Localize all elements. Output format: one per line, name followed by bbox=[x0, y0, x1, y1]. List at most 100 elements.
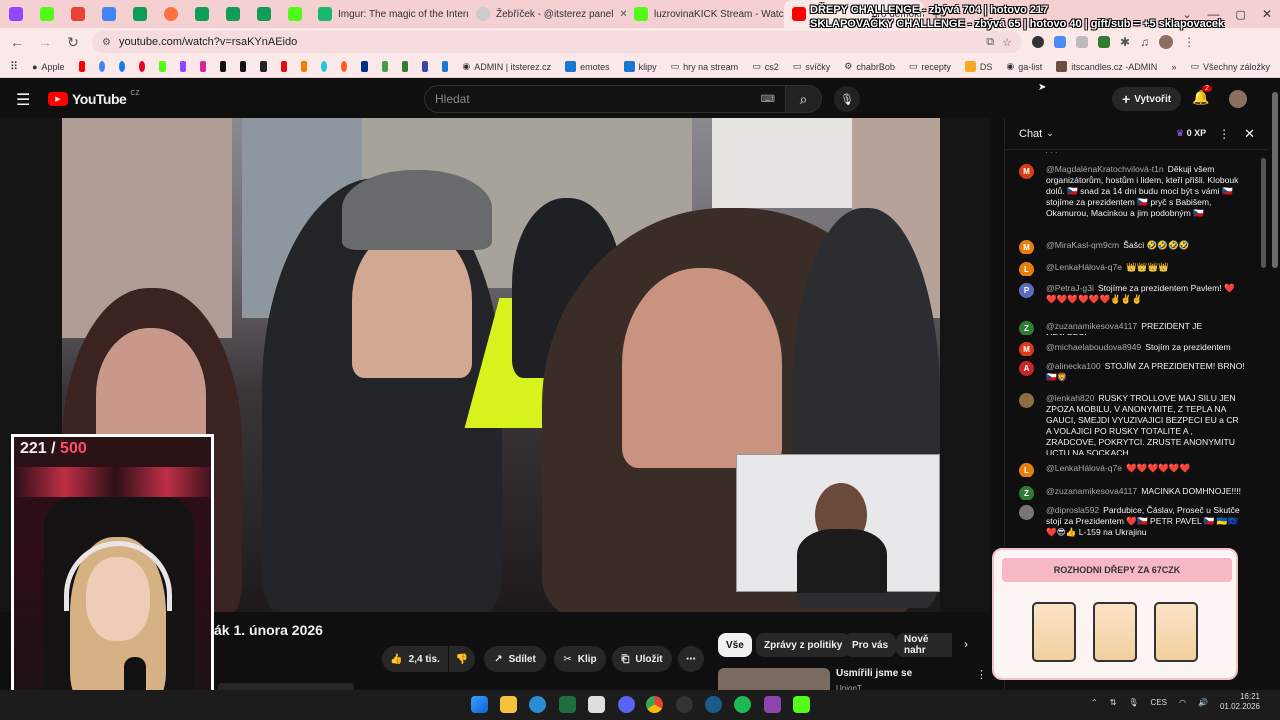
chat-avatar[interactable]: M bbox=[1019, 164, 1034, 179]
chat-avatar[interactable]: L bbox=[1019, 262, 1034, 276]
excel-icon[interactable] bbox=[559, 696, 576, 713]
chat-author[interactable]: @LenkaHálová-q7e bbox=[1046, 463, 1122, 473]
bookmark-chabrbob[interactable]: ⚙ chabrBob bbox=[844, 61, 895, 72]
site-info-icon[interactable]: ⚙ bbox=[102, 37, 111, 48]
bookmark-emotes[interactable]: emotes bbox=[565, 61, 610, 72]
recommendation-title[interactable]: Usmířili jsme se bbox=[836, 668, 912, 679]
youtube-icon[interactable] bbox=[78, 61, 85, 72]
browser-tab-kick[interactable]: luzrovinaKICK Stream - Watch L✕ bbox=[626, 0, 784, 28]
xp-badge[interactable]: ♛ 0 XP bbox=[1176, 128, 1206, 139]
chat-author[interactable]: @diprosla592 bbox=[1046, 505, 1099, 515]
discord-icon[interactable] bbox=[618, 696, 635, 713]
chip-politics[interactable]: Zprávy z politiky bbox=[756, 633, 851, 657]
chat-menu-icon[interactable]: ⋮ bbox=[1218, 127, 1230, 141]
chat-scrollbar[interactable] bbox=[1261, 158, 1266, 268]
browser-tab[interactable] bbox=[124, 0, 155, 28]
close-icon[interactable]: ✕ bbox=[619, 9, 626, 20]
chrome-icon[interactable] bbox=[646, 696, 663, 713]
browser-tab[interactable] bbox=[217, 0, 248, 28]
chat-author[interactable]: @lenkah820 bbox=[1046, 393, 1094, 403]
kick-icon[interactable] bbox=[793, 696, 810, 713]
facebook-icon[interactable] bbox=[118, 61, 126, 72]
chip-all[interactable]: Vše bbox=[718, 633, 752, 657]
bookmark-ds[interactable]: DS bbox=[964, 61, 992, 72]
chevron-down-icon[interactable]: ⌄ bbox=[1046, 128, 1054, 139]
back-icon[interactable]: ← bbox=[8, 34, 26, 50]
extension-icon[interactable] bbox=[1076, 36, 1088, 48]
app-icon[interactable] bbox=[320, 61, 328, 72]
browser-tab[interactable] bbox=[279, 0, 310, 28]
chat-author[interactable]: @michaelaboudova8949 bbox=[1046, 342, 1141, 352]
app-icon[interactable] bbox=[260, 61, 267, 72]
wifi-icon[interactable]: ◠ bbox=[1179, 698, 1186, 707]
obs-icon[interactable] bbox=[676, 696, 693, 713]
window-close-icon[interactable]: ✕ bbox=[1254, 0, 1280, 28]
notifications-button[interactable]: 🔔 2 bbox=[1192, 85, 1212, 106]
file-explorer-icon[interactable] bbox=[500, 696, 517, 713]
bookmark-apple[interactable]: ● Apple bbox=[32, 62, 64, 72]
browser-tab[interactable] bbox=[248, 0, 279, 28]
keyboard-icon[interactable]: ⌨ bbox=[761, 94, 775, 105]
bookmark-folder[interactable]: ▭ svíčky bbox=[793, 61, 831, 72]
ccleaner-icon[interactable] bbox=[529, 696, 546, 713]
browser-tab-leaderboard[interactable]: Žebříček - @itsterez panel ✕ bbox=[468, 0, 626, 28]
app-icon[interactable] bbox=[588, 696, 605, 713]
keyboard-language[interactable]: CES bbox=[1151, 698, 1167, 707]
windows-start-icon[interactable] bbox=[471, 696, 488, 713]
app-icon[interactable] bbox=[381, 61, 388, 72]
google-icon[interactable] bbox=[98, 61, 105, 72]
youtube-logo[interactable]: ▶ YouTube CZ bbox=[48, 90, 140, 107]
chat-avatar[interactable]: Z bbox=[1019, 486, 1034, 500]
install-app-icon[interactable]: ⧉ bbox=[986, 36, 994, 49]
search-button[interactable]: ⌕ bbox=[786, 85, 822, 113]
chips-next-icon[interactable]: › bbox=[964, 637, 968, 651]
recommendation-menu-icon[interactable]: ⋮ bbox=[976, 668, 987, 681]
chat-author[interactable]: @alinecka100 bbox=[1046, 361, 1101, 371]
clip-button[interactable]: ✂ Klip bbox=[554, 646, 606, 672]
app-icon[interactable] bbox=[442, 61, 449, 72]
volume-icon[interactable]: 🔊 bbox=[1198, 698, 1208, 707]
maximize-icon[interactable]: ▢ bbox=[1228, 0, 1254, 28]
browser-tab[interactable] bbox=[186, 0, 217, 28]
chat-avatar[interactable] bbox=[1019, 393, 1034, 408]
chip-for-you[interactable]: Pro vás bbox=[844, 633, 897, 657]
chat-avatar[interactable] bbox=[1019, 505, 1034, 520]
voice-search-button[interactable]: 🎙 bbox=[834, 86, 860, 112]
x-icon[interactable] bbox=[240, 61, 247, 72]
kick-icon[interactable] bbox=[159, 61, 166, 72]
app-icon[interactable] bbox=[401, 61, 408, 72]
forward-icon[interactable]: → bbox=[36, 34, 54, 50]
chat-author[interactable]: @zuzanamikesova4117 bbox=[1046, 486, 1137, 496]
tiktok-icon[interactable] bbox=[219, 61, 227, 72]
app-icon[interactable] bbox=[764, 696, 781, 713]
browser-tab[interactable] bbox=[62, 0, 93, 28]
account-avatar[interactable] bbox=[1229, 90, 1247, 108]
more-actions-button[interactable]: ⋯ bbox=[678, 646, 704, 672]
bookmark-star-icon[interactable]: ☆ bbox=[1002, 36, 1012, 49]
page-scrollbar[interactable] bbox=[1272, 92, 1278, 268]
chat-avatar[interactable]: L bbox=[1019, 463, 1034, 477]
clock[interactable]: 16:21 01.02.2026 bbox=[1220, 692, 1260, 712]
chat-author[interactable]: @MiraKasl-qm9cm bbox=[1046, 240, 1119, 250]
extensions-puzzle-icon[interactable]: ✱ bbox=[1120, 35, 1130, 49]
app-icon[interactable] bbox=[341, 61, 348, 72]
app-icon[interactable] bbox=[421, 61, 429, 72]
all-bookmarks-folder[interactable]: ▭ Všechny záložky bbox=[1190, 61, 1270, 72]
chat-avatar[interactable]: Z bbox=[1019, 321, 1034, 335]
bookmark-folder[interactable]: ▭ hry na stream bbox=[671, 61, 739, 72]
hamburger-menu-icon[interactable]: ☰ bbox=[16, 90, 30, 110]
chat-author[interactable]: @zuzanamikesova4117 bbox=[1046, 321, 1137, 331]
chat-avatar[interactable]: M bbox=[1019, 342, 1034, 356]
browser-tab-imgur[interactable]: Imgur: The magic of the Interne✕ bbox=[310, 0, 468, 28]
apps-grid-icon[interactable]: ⠿ bbox=[10, 60, 18, 73]
app-icon[interactable] bbox=[300, 61, 307, 72]
browser-menu-icon[interactable]: ⋮ bbox=[1183, 35, 1195, 49]
extension-icon[interactable] bbox=[1054, 36, 1066, 48]
chat-avatar[interactable]: P bbox=[1019, 283, 1034, 298]
dislike-button[interactable]: 👎 bbox=[449, 646, 475, 672]
extension-icon[interactable] bbox=[1032, 36, 1044, 48]
like-button[interactable]: 👍 2,4 tis. bbox=[382, 646, 448, 672]
more-bookmarks-icon[interactable]: » bbox=[1171, 62, 1176, 72]
bookmark-folder[interactable]: ▭ cs2 bbox=[752, 61, 779, 72]
paypal-icon[interactable] bbox=[361, 61, 368, 72]
